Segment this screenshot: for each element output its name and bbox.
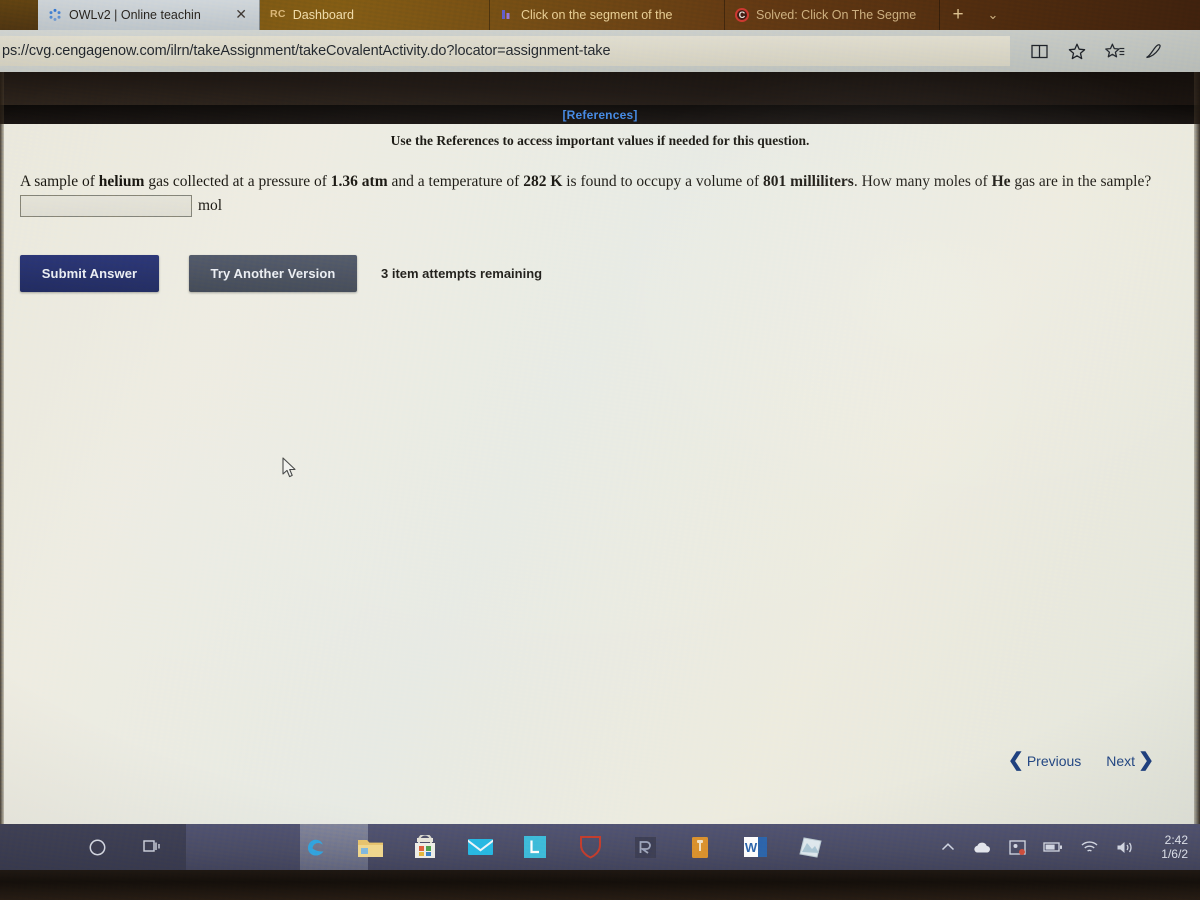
lastpass-icon[interactable] bbox=[520, 832, 550, 862]
chegg-c-icon: C bbox=[735, 8, 749, 22]
owl-spinner-icon bbox=[48, 8, 62, 22]
question-pressure-value: 1.36 atm bbox=[330, 173, 388, 190]
tab-strip-left-stub bbox=[0, 0, 38, 30]
page-top-dark-strip bbox=[0, 72, 1200, 105]
mouse-cursor-icon bbox=[282, 457, 298, 484]
onedrive-cloud-icon[interactable] bbox=[972, 841, 992, 854]
word-icon[interactable]: W bbox=[737, 832, 773, 873]
microsoft-store-icon[interactable] bbox=[410, 832, 440, 862]
close-icon[interactable]: ✕ bbox=[233, 7, 249, 23]
favorite-star-icon[interactable] bbox=[1066, 40, 1088, 62]
references-link[interactable]: [References] bbox=[562, 108, 637, 122]
question-temperature-value: 282 K bbox=[523, 173, 563, 190]
system-tray: 2:42 1/6/2 bbox=[941, 833, 1200, 861]
next-button[interactable]: Next ❯ bbox=[1106, 751, 1154, 770]
browser-tab-title: OWLv2 | Online teachin bbox=[69, 8, 201, 22]
question-gas-name: helium bbox=[98, 173, 145, 190]
try-another-version-button[interactable]: Try Another Version bbox=[189, 255, 357, 292]
windows-taskbar: W 2:42 1/6/2 bbox=[186, 824, 1200, 873]
chevron-left-icon: ❮ bbox=[1007, 750, 1024, 771]
assignment-actions: Submit Answer Try Another Version 3 item… bbox=[20, 255, 542, 292]
previous-button[interactable]: ❮ Previous bbox=[1008, 751, 1081, 770]
question-segment: A sample of bbox=[20, 173, 99, 190]
battery-icon[interactable] bbox=[1043, 841, 1063, 853]
screen-photo: OWLv2 | Online teachin ✕ RC Dashboard Cl… bbox=[0, 0, 1200, 900]
screen-bezel-right bbox=[1194, 72, 1200, 824]
mail-icon[interactable] bbox=[465, 832, 495, 862]
previous-label: Previous bbox=[1026, 752, 1082, 769]
question-segment: gas collected at a pressure of bbox=[144, 173, 331, 190]
favorites-hub-icon[interactable] bbox=[1104, 40, 1126, 62]
screen-bezel-left bbox=[0, 72, 4, 824]
new-tab-button[interactable]: + bbox=[940, 0, 976, 30]
orange-app-icon[interactable] bbox=[685, 832, 715, 862]
browser-tab-title: Dashboard bbox=[292, 8, 354, 22]
browser-tab-bartleby[interactable]: Click on the segment of the bbox=[490, 0, 725, 30]
references-instruction: Use the References to access important v… bbox=[390, 133, 810, 148]
edge-browser-icon[interactable] bbox=[300, 832, 330, 862]
task-view-icon[interactable] bbox=[138, 832, 168, 862]
browser-tab-chegg[interactable]: C Solved: Click On The Segme bbox=[725, 0, 940, 30]
browser-toolbar-actions bbox=[1010, 34, 1200, 68]
file-explorer-icon[interactable] bbox=[355, 832, 385, 862]
taskbar-left-section bbox=[0, 824, 186, 870]
url-text: ps://cvg.cengagenow.com/ilrn/takeAssignm… bbox=[2, 43, 611, 59]
question-segment: is found to occupy a volume of bbox=[562, 173, 763, 190]
screen-bezel-bottom bbox=[0, 870, 1200, 900]
answer-input[interactable] bbox=[20, 195, 192, 218]
reading-view-icon[interactable] bbox=[1028, 40, 1050, 62]
chevron-down-icon[interactable]: ⌄ bbox=[976, 0, 1010, 30]
answer-row: mol bbox=[20, 195, 1185, 218]
chevron-right-icon: ❯ bbox=[1138, 750, 1154, 771]
browser-tab-title: Click on the segment of the bbox=[521, 8, 673, 22]
browser-tab-owlv2[interactable]: OWLv2 | Online teachin ✕ bbox=[38, 0, 260, 30]
browser-tab-title: Solved: Click On The Segme bbox=[756, 8, 917, 22]
web-notes-pen-icon[interactable] bbox=[1142, 40, 1164, 62]
question-segment: gas are in the sample? bbox=[1010, 173, 1152, 190]
taskbar-clock[interactable]: 2:42 1/6/2 bbox=[1152, 833, 1190, 861]
svg-text:W: W bbox=[744, 840, 757, 855]
dark-app-icon[interactable] bbox=[630, 832, 660, 862]
question-segment: and a temperature of bbox=[387, 173, 524, 190]
rc-icon: RC bbox=[270, 8, 286, 20]
mcafee-shield-icon[interactable] bbox=[575, 832, 605, 862]
show-hidden-icons-chevron[interactable] bbox=[941, 842, 955, 852]
pagination-nav: ❮ Previous Next ❯ bbox=[1008, 751, 1154, 770]
bartleby-icon bbox=[500, 8, 514, 22]
question-text: A sample of helium gas collected at a pr… bbox=[20, 171, 1185, 218]
attempts-remaining-text: 3 item attempts remaining bbox=[381, 266, 543, 281]
submit-answer-button[interactable]: Submit Answer bbox=[20, 255, 159, 292]
question-volume-value: 801 milliliters bbox=[762, 173, 854, 190]
address-bar[interactable]: ps://cvg.cengagenow.com/ilrn/takeAssignm… bbox=[0, 36, 1010, 66]
question-element-symbol: He bbox=[991, 173, 1011, 190]
taskbar-app-list: W bbox=[186, 832, 828, 873]
references-bar: [References] bbox=[0, 105, 1200, 124]
volume-icon[interactable] bbox=[1116, 840, 1135, 855]
question-segment: . How many moles of bbox=[853, 173, 992, 190]
answer-unit-label: mol bbox=[198, 196, 223, 214]
assignment-page: Use the References to access important v… bbox=[0, 124, 1200, 824]
clock-time: 2:42 bbox=[1164, 832, 1188, 847]
photos-icon[interactable] bbox=[792, 832, 828, 873]
browser-tab-strip: OWLv2 | Online teachin ✕ RC Dashboard Cl… bbox=[0, 0, 1200, 30]
next-label: Next bbox=[1106, 752, 1136, 769]
cortana-circle-icon[interactable] bbox=[82, 832, 112, 862]
notification-badge-icon[interactable] bbox=[1009, 839, 1026, 855]
wifi-icon[interactable] bbox=[1080, 840, 1099, 854]
clock-date: 1/6/2 bbox=[1161, 847, 1188, 861]
browser-tab-dashboard[interactable]: RC Dashboard bbox=[260, 0, 490, 30]
